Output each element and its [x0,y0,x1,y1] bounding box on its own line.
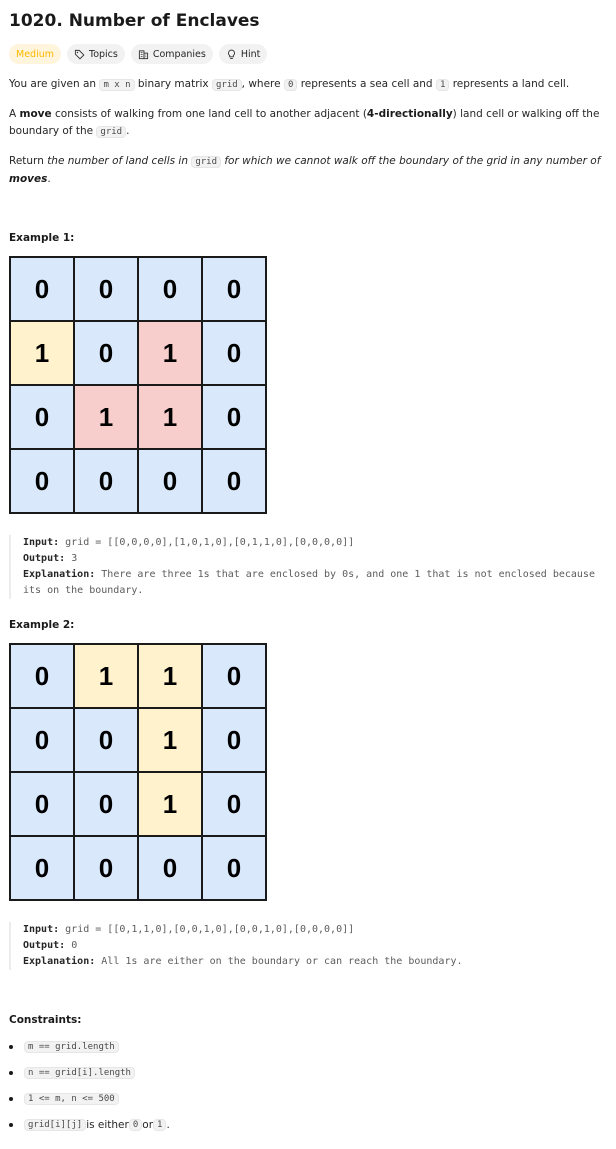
grid-cell: 0 [202,708,266,772]
hint-label: Hint [240,48,261,60]
grid-cell: 0 [202,644,266,708]
example-2-block: Input: grid = [[0,1,1,0],[0,0,1,0],[0,0,… [9,922,608,970]
grid-cell: 0 [74,836,138,900]
inline-code: grid [211,79,242,91]
grid-cell: 0 [202,385,266,449]
inline-code: grid [96,126,127,138]
grid-cell: 0 [74,708,138,772]
building-icon [138,49,148,59]
problem-page: 1020. Number of Enclaves Medium Topics C… [0,0,616,1138]
inline-code: m x n [99,79,135,91]
grid-cell: 1 [74,385,138,449]
grid-cell: 0 [202,772,266,836]
lightbulb-icon [227,49,235,59]
example-1-grid: 0000101001100000 [9,256,267,514]
companies-button[interactable]: Companies [130,44,213,64]
hint-button[interactable]: Hint [218,44,268,64]
grid-cell: 1 [138,708,202,772]
grid-cell: 0 [74,449,138,513]
constraints-title: Constraints: [9,1014,82,1026]
constraint-item: 1 <= m, n <= 500 [9,1086,608,1112]
inline-code: 1 [435,79,450,91]
example-2-grid: 0110001000100000 [9,643,267,901]
topics-button[interactable]: Topics [67,44,125,64]
constraints-list: m == grid.length n == grid[i].length 1 <… [9,1034,608,1138]
description-paragraph-1: You are given an m x n binary matrix gri… [9,78,570,91]
inline-code: 0 [283,79,298,91]
example-2-title: Example 2: [9,619,75,631]
grid-cell: 1 [138,321,202,385]
grid-cell: 0 [10,385,74,449]
inline-code: grid [191,156,222,168]
grid-cell: 0 [202,836,266,900]
grid-cell: 1 [138,772,202,836]
grid-cell: 0 [10,708,74,772]
grid-cell: 0 [138,449,202,513]
grid-cell: 0 [138,257,202,321]
grid-cell: 0 [10,836,74,900]
tag-icon [74,49,85,59]
constraint-item: n == grid[i].length [9,1060,608,1086]
topics-label: Topics [89,48,118,60]
grid-cell: 1 [74,644,138,708]
grid-cell: 0 [202,321,266,385]
description-paragraph-3: Return the number of land cells in grid … [9,155,601,185]
grid-cell: 1 [138,385,202,449]
grid-cell: 0 [202,449,266,513]
grid-cell: 0 [10,257,74,321]
grid-cell: 0 [202,257,266,321]
grid-cell: 1 [10,321,74,385]
constraint-item: m == grid.length [9,1034,608,1060]
grid-cell: 0 [10,644,74,708]
example-1-block: Input: grid = [[0,0,0,0],[1,0,1,0],[0,1,… [9,535,608,599]
constraint-item: grid[i][j] is either 0 or 1. [9,1112,608,1138]
description-paragraph-2: A move consists of walking from one land… [9,108,600,138]
grid-cell: 0 [10,772,74,836]
grid-cell: 0 [74,772,138,836]
difficulty-badge[interactable]: Medium [9,44,61,64]
grid-cell: 0 [74,257,138,321]
problem-title: 1020. Number of Enclaves [9,11,260,31]
grid-cell: 0 [138,836,202,900]
tag-bar: Medium Topics Companies Hint [9,44,608,64]
grid-cell: 1 [138,644,202,708]
companies-label: Companies [152,48,206,60]
example-1-title: Example 1: [9,232,75,244]
grid-cell: 0 [10,449,74,513]
grid-cell: 0 [74,321,138,385]
